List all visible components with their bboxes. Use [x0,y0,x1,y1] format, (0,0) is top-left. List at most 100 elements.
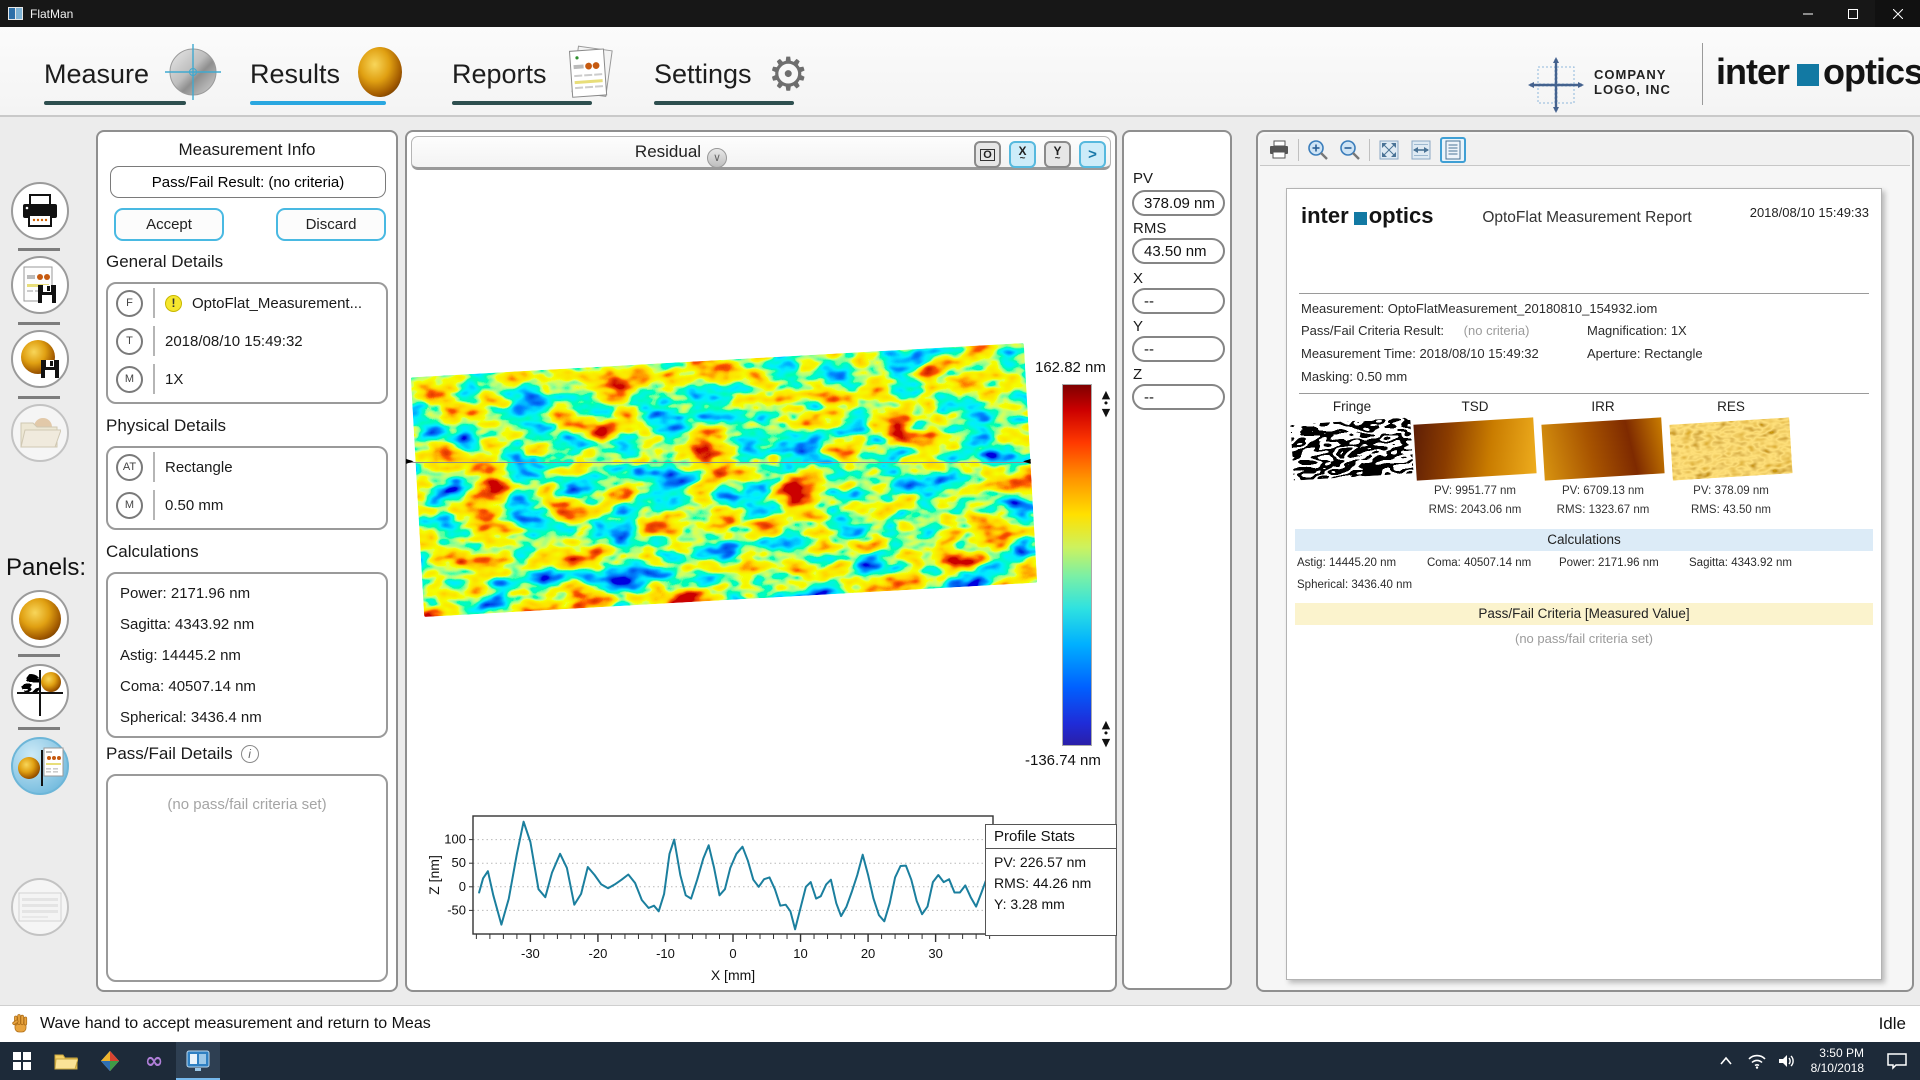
brand-divider [1702,43,1703,105]
next-button[interactable]: > [1079,141,1106,168]
panel-results-button[interactable] [11,737,69,795]
fit-width-button[interactable] [1408,137,1434,163]
physical-details-heading: Physical Details [106,416,226,436]
fit-width-icon [1411,140,1431,160]
interoptics-logo: interoptics [1716,51,1920,93]
residual-viewer-panel: Residual∨ O X~ Y~ > ► ◄ 162.82 nm -136.7… [405,130,1117,992]
report-page: interoptics OptoFlat Measurement Report … [1286,188,1882,980]
nav-bar: Measure Results Reports [0,27,1920,117]
y-profile-button[interactable]: Y~ [1044,141,1071,168]
passfail-result-button[interactable]: Pass/Fail Result: (no criteria) [110,166,386,198]
open-folder-button[interactable] [11,404,69,462]
tray-expand-icon[interactable] [1719,1056,1733,1066]
calc-sagitta: Sagitta: 4343.92 nm [108,609,386,640]
general-details-heading: General Details [106,252,223,272]
tab-settings[interactable]: Settings ⚙ [654,41,809,107]
report-calc-astig: Astig: 14445.20 nm [1297,557,1396,569]
colorbar-max-spinner[interactable]: ▲•▼ [1097,390,1115,417]
res-pv: PV: 378.09 nm [1671,485,1791,497]
y-tick-label: 0 [459,879,466,894]
panel-surface-button[interactable] [11,590,69,648]
file-explorer-button[interactable] [44,1042,88,1080]
chevron-down-icon[interactable]: ∨ [707,148,727,168]
surface-sphere-icon [17,596,63,642]
zoom-out-button[interactable] [1337,137,1363,163]
action-center-icon[interactable] [1886,1052,1908,1070]
profile-chart[interactable]: 100500-50-30-20-100102030X [mm]Z [nm] [425,808,1025,988]
measurement-info-panel: Measurement Info Pass/Fail Result: (no c… [96,130,398,992]
report-calc-spherical: Spherical: 3436.40 nm [1297,579,1412,591]
zoom-in-button[interactable] [1305,137,1331,163]
fringe-header: Fringe [1292,399,1412,414]
tsd-rms: RMS: 2043.06 nm [1415,504,1535,516]
print-button[interactable] [11,182,69,240]
masking-value: 0.50 mm [165,497,223,514]
rms-label: RMS [1133,220,1166,237]
volume-icon[interactable] [1777,1053,1797,1069]
minimize-button[interactable] [1785,0,1830,27]
flatman-taskbar-button[interactable] [176,1042,220,1080]
tab-measure[interactable]: Measure [44,41,221,107]
rail-separator [18,654,60,657]
panel-table-button[interactable] [11,878,69,936]
start-button[interactable] [0,1042,44,1080]
crosshair-logo-icon [1528,57,1584,113]
save-report-button[interactable] [11,256,69,314]
save-measurement-button[interactable] [11,330,69,388]
close-button[interactable] [1875,0,1920,27]
time-row: T 2018/08/10 15:49:32 [108,322,386,360]
cross-section-line[interactable] [407,462,1031,463]
tab-results[interactable]: Results [250,41,404,107]
tab-reports[interactable]: Reports [452,41,617,107]
report-calc-power: Power: 2171.96 nm [1559,557,1659,569]
info-icon[interactable]: i [241,745,259,763]
z-value: -- [1132,384,1225,410]
maximize-button[interactable] [1830,0,1875,27]
wifi-icon[interactable] [1747,1053,1767,1069]
full-page-button[interactable] [1440,137,1466,163]
y-tick-label: -50 [447,902,466,917]
colorbar-min-spinner[interactable]: ▲•▼ [1097,720,1115,747]
x-profile-button[interactable]: X~ [1009,141,1036,168]
status-state: Idle [1879,1014,1906,1034]
panel-quad-button[interactable] [11,664,69,722]
residual-heatmap[interactable] [411,343,1037,617]
discard-button[interactable]: Discard [276,208,386,241]
report-passfail-empty: (no pass/fail criteria set) [1287,631,1881,646]
irr-header: IRR [1543,399,1663,414]
open-folder-icon [19,415,61,451]
report-measurement-line: Measurement: OptoFlatMeasurement_2018081… [1301,301,1657,316]
report-magnification: Magnification: 1X [1587,323,1687,338]
tab-results-label: Results [250,59,340,90]
rail-separator [18,322,60,325]
passfail-empty-text: (no pass/fail criteria set) [108,796,386,813]
report-calc-coma: Coma: 40507.14 nm [1427,557,1531,569]
irr-thumbnail [1541,417,1664,480]
fringe-thumbnail [1290,417,1413,480]
cross-section-right-handle[interactable]: ◄ [1023,456,1031,467]
measurement-time: 2018/08/10 15:49:32 [165,333,303,350]
taskbar-app-diamond-button[interactable] [88,1042,132,1080]
x-tick-label: 10 [793,946,807,961]
general-details-card: F ! OptoFlat_Measurement... T 2018/08/10… [106,282,388,404]
masking-row: M 0.50 mm [108,486,386,524]
magnification-row: M 1X [108,360,386,398]
circle-mask-button[interactable]: O [974,141,1001,168]
cross-section-left-handle[interactable]: ► [406,456,414,467]
visual-studio-button[interactable]: ∞ [132,1042,176,1080]
printer-icon [20,193,60,229]
zoom-in-icon [1307,139,1329,161]
magnification-badge: M [116,366,143,393]
report-title: OptoFlat Measurement Report [1437,209,1737,227]
viewer-mode[interactable]: Residual∨ [412,142,950,168]
passfail-details-heading: Pass/Fail Details i [106,744,259,764]
accept-button[interactable]: Accept [114,208,224,241]
report-print-button[interactable] [1266,137,1292,163]
physical-details-card: AT Rectangle M 0.50 mm [106,446,388,530]
fit-page-button[interactable] [1376,137,1402,163]
profile-line [479,822,986,930]
taskbar: ∞ 3:50 PM [0,1042,1920,1080]
x-tick-label: 30 [928,946,942,961]
y-tick-label: 50 [452,855,466,870]
taskbar-clock[interactable]: 3:50 PM 8/10/2018 [1811,1046,1864,1076]
